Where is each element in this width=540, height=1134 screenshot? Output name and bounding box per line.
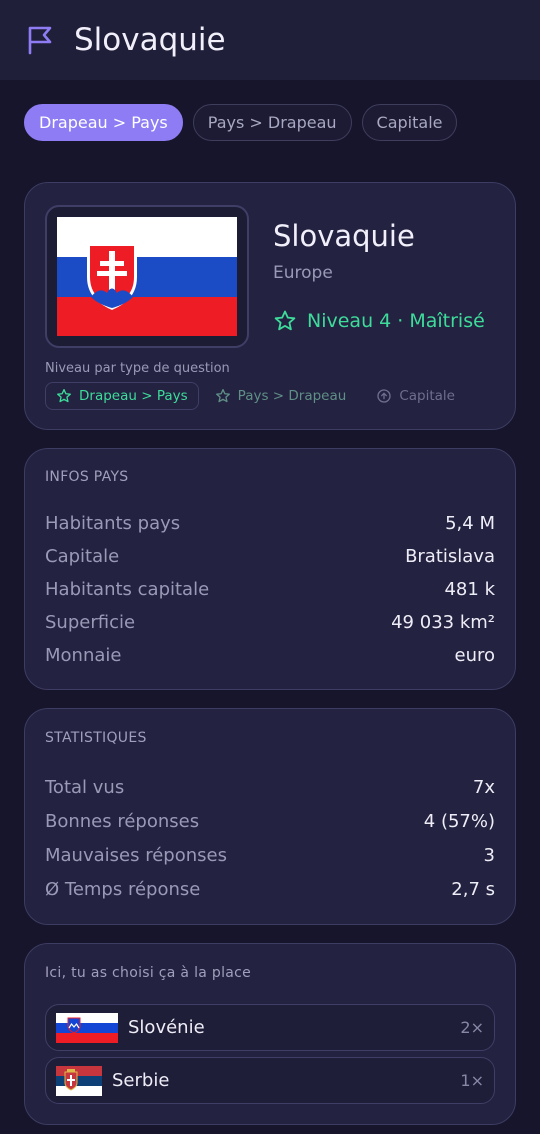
country-flag-frame: [45, 205, 249, 348]
country-name: Slovaquie: [273, 219, 415, 253]
flag-outline-icon: [28, 26, 52, 55]
qtype-label: Capitale: [399, 388, 455, 404]
stat-row: Bonnes réponses 4 (57%): [45, 811, 495, 832]
info-row: Habitants capitale 481 k: [45, 579, 495, 600]
info-row: Superficie 49 033 km²: [45, 612, 495, 633]
info-row: Capitale Bratislava: [45, 546, 495, 567]
section-title: Ici, tu as choisi ça à la place: [45, 965, 252, 981]
info-row: Habitants pays 5,4 M: [45, 513, 495, 534]
statistics-card: STATISTIQUES Total vus 7x Bonnes réponse…: [24, 708, 516, 925]
stat-value: 3: [483, 845, 495, 866]
qtype-flag-to-country[interactable]: Drapeau > Pays: [45, 382, 199, 410]
confused-count: 1×: [460, 1071, 484, 1090]
serbia-flag-image: [56, 1065, 102, 1096]
qtype-capital[interactable]: Capitale: [366, 382, 465, 410]
section-title: INFOS PAYS: [45, 469, 129, 485]
stat-label: Bonnes réponses: [45, 811, 200, 832]
country-info-card: INFOS PAYS Habitants pays 5,4 M Capitale…: [24, 448, 516, 690]
qtype-label: Pays > Drapeau: [237, 388, 347, 404]
info-label: Monnaie: [45, 645, 122, 666]
info-row: Monnaie euro: [45, 645, 495, 666]
stat-value: 7x: [472, 777, 495, 798]
slovakia-flag-image: [57, 217, 237, 336]
mastery-level: Niveau 4 · Maîtrisé: [273, 309, 485, 333]
confused-country-item[interactable]: Serbie 1×: [45, 1057, 495, 1104]
confused-count: 2×: [460, 1018, 484, 1037]
info-label: Habitants capitale: [45, 579, 210, 600]
info-value: 49 033 km²: [391, 612, 495, 633]
confused-country-name: Slovénie: [128, 1017, 205, 1038]
chip-capital[interactable]: Capitale: [361, 104, 458, 141]
stat-label: Mauvaises réponses: [45, 845, 227, 866]
continent-label: Europe: [273, 263, 333, 283]
stat-row: Ø Temps réponse 2,7 s: [45, 879, 495, 900]
chip-flag-to-country[interactable]: Drapeau > Pays: [24, 104, 183, 141]
info-label: Superficie: [45, 612, 136, 633]
info-value: 5,4 M: [445, 513, 495, 534]
section-title: STATISTIQUES: [45, 730, 147, 746]
stat-value: 2,7 s: [451, 879, 495, 900]
confused-country-item[interactable]: Slovénie 2×: [45, 1004, 495, 1051]
confused-country-name: Serbie: [112, 1070, 170, 1091]
star-outline-icon: [274, 310, 296, 331]
slovenia-flag-image: [56, 1012, 118, 1043]
info-value: Bratislava: [405, 546, 495, 567]
info-value: euro: [454, 645, 496, 666]
info-label: Capitale: [45, 546, 120, 567]
app-header: Slovaquie: [0, 0, 540, 80]
arrow-up-circle-icon: [377, 389, 391, 403]
stat-row: Mauvaises réponses 3: [45, 845, 495, 866]
page-title: Slovaquie: [74, 22, 226, 58]
qtype-country-to-flag[interactable]: Pays > Drapeau: [205, 382, 357, 410]
star-outline-icon: [215, 389, 230, 403]
info-label: Habitants pays: [45, 513, 181, 534]
confused-with-card: Ici, tu as choisi ça à la place Slovénie…: [24, 943, 516, 1125]
stat-row: Total vus 7x: [45, 777, 495, 798]
info-value: 481 k: [444, 579, 495, 600]
star-outline-icon: [57, 389, 71, 403]
chip-country-to-flag[interactable]: Pays > Drapeau: [192, 104, 352, 141]
mastery-level-label: Niveau 4 · Maîtrisé: [307, 310, 485, 332]
question-type-levels: Drapeau > Pays Pays > Drapeau Capitale: [45, 382, 465, 410]
level-by-type-caption: Niveau par type de question: [45, 361, 230, 376]
question-mode-chips: Drapeau > Pays Pays > Drapeau Capitale: [24, 104, 458, 141]
country-card: Slovaquie Europe Niveau 4 · Maîtrisé Niv…: [24, 182, 516, 430]
stat-label: Total vus: [45, 777, 125, 798]
stat-label: Ø Temps réponse: [45, 879, 201, 900]
qtype-label: Drapeau > Pays: [79, 388, 188, 404]
stat-value: 4 (57%): [423, 811, 495, 832]
